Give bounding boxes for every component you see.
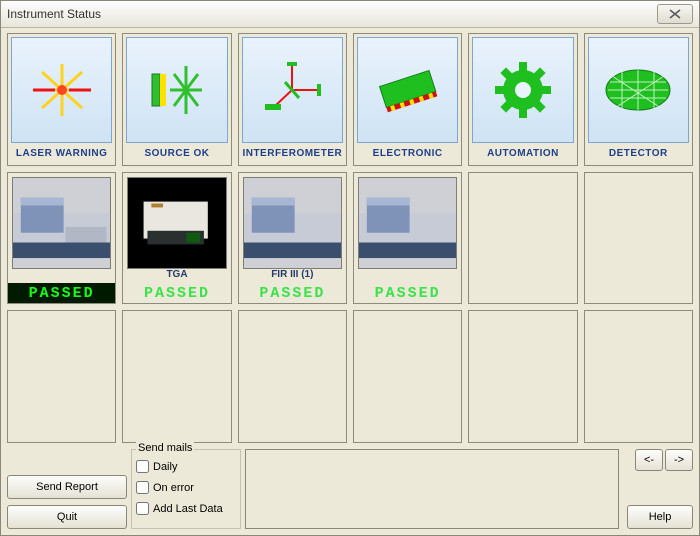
titlebar: Instrument Status — [1, 1, 699, 28]
nav-buttons: <- -> — [635, 449, 693, 471]
status-label: SOURCE OK — [123, 143, 230, 165]
close-button[interactable] — [657, 4, 693, 24]
empty-slot — [238, 310, 347, 443]
empty-slot — [584, 172, 693, 305]
status-electronic[interactable]: ELECTRONIC — [353, 33, 462, 166]
prev-button[interactable]: <- — [635, 449, 663, 471]
send-mails-group: Send mails Daily On error Add Last Data — [131, 449, 241, 529]
instrument-slot-0[interactable]: PASSED — [7, 172, 116, 305]
quit-button[interactable]: Quit — [7, 505, 127, 529]
instrument-slot-3[interactable]: PASSED — [353, 172, 462, 305]
mail-daily-checkbox[interactable] — [136, 460, 149, 473]
automation-gear-icon — [472, 37, 573, 143]
status-label: ELECTRONIC — [354, 143, 461, 165]
status-grid: LASER WARNING SOURCE OK — [7, 33, 693, 443]
empty-slot — [122, 310, 231, 443]
instrument-name — [8, 269, 115, 283]
empty-slot — [584, 310, 693, 443]
instrument-image — [12, 177, 111, 270]
status-automation[interactable]: AUTOMATION — [468, 33, 577, 166]
window-title: Instrument Status — [7, 7, 101, 21]
instrument-name: TGA — [123, 269, 230, 283]
status-label: INTERFEROMETER — [239, 143, 346, 165]
instrument-slot-1[interactable]: TGA PASSED — [122, 172, 231, 305]
mail-addlast-checkbox[interactable] — [136, 502, 149, 515]
mail-daily-label: Daily — [153, 461, 177, 473]
status-label: AUTOMATION — [469, 143, 576, 165]
instrument-image — [358, 177, 457, 270]
instrument-result: PASSED — [8, 283, 115, 303]
close-icon — [668, 9, 682, 19]
mail-addlast-label: Add Last Data — [153, 503, 223, 515]
send-mails-legend: Send mails — [136, 442, 194, 454]
instrument-status-window: Instrument Status — [0, 0, 700, 536]
empty-slot — [353, 310, 462, 443]
mail-daily-row[interactable]: Daily — [136, 460, 236, 473]
status-detector[interactable]: DETECTOR — [584, 33, 693, 166]
log-output — [245, 449, 619, 529]
send-report-button[interactable]: Send Report — [7, 475, 127, 499]
bottom-panel: Send Report Quit Send mails Daily On err… — [7, 449, 693, 529]
button-column: Send Report Quit — [7, 449, 127, 529]
instrument-result: PASSED — [239, 283, 346, 303]
interferometer-icon — [242, 37, 343, 143]
electronic-icon — [357, 37, 458, 143]
help-button[interactable]: Help — [627, 505, 693, 529]
status-interferometer[interactable]: INTERFEROMETER — [238, 33, 347, 166]
instrument-name: FIR III (1) — [239, 269, 346, 283]
empty-slot — [468, 310, 577, 443]
instrument-image — [127, 177, 226, 270]
instrument-result: PASSED — [354, 283, 461, 303]
status-laser[interactable]: LASER WARNING — [7, 33, 116, 166]
instrument-slot-2[interactable]: FIR III (1) PASSED — [238, 172, 347, 305]
status-source[interactable]: SOURCE OK — [122, 33, 231, 166]
instrument-name — [354, 269, 461, 283]
instrument-image — [243, 177, 342, 270]
status-label: DETECTOR — [585, 143, 692, 165]
source-ok-icon — [126, 37, 227, 143]
detector-icon — [588, 37, 689, 143]
nav-column: <- -> Help — [623, 449, 693, 529]
empty-slot — [7, 310, 116, 443]
laser-warning-icon — [11, 37, 112, 143]
empty-slot — [468, 172, 577, 305]
next-button[interactable]: -> — [665, 449, 693, 471]
mail-addlast-row[interactable]: Add Last Data — [136, 502, 236, 515]
instrument-result: PASSED — [123, 283, 230, 303]
client-area: LASER WARNING SOURCE OK — [1, 27, 699, 535]
mail-onerror-checkbox[interactable] — [136, 481, 149, 494]
mail-onerror-row[interactable]: On error — [136, 481, 236, 494]
mail-onerror-label: On error — [153, 482, 194, 494]
status-label: LASER WARNING — [8, 143, 115, 165]
